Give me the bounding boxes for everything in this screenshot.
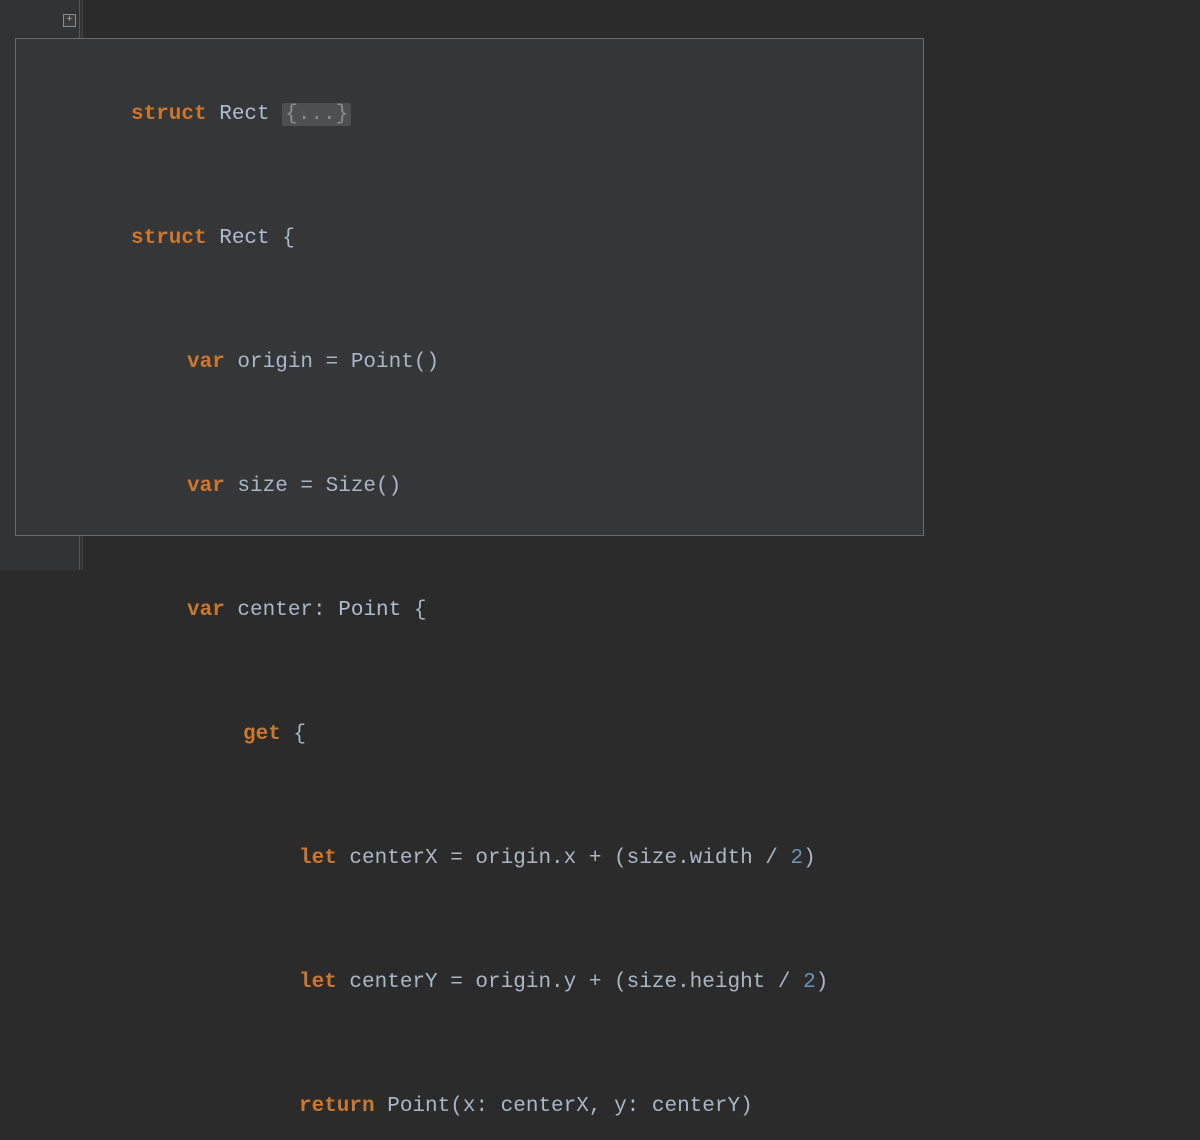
keyword-struct: struct [131, 103, 207, 126]
brace: { [281, 723, 306, 746]
code-line: let centerX = origin.x + (size.width / 2… [131, 843, 1200, 874]
keyword-return: return [299, 1095, 375, 1118]
code-editor-area[interactable]: struct Rect {...} struct Rect { var orig… [83, 0, 1200, 570]
code-line: var size = Size() [131, 471, 1200, 502]
code-line: let centerY = origin.y + (size.height / … [131, 967, 1200, 998]
code-text: center: [225, 599, 338, 622]
code-line: struct Rect { [131, 223, 1200, 254]
code-text: size = Size() [225, 475, 401, 498]
keyword-var: var [187, 599, 225, 622]
editor-gutter: + [0, 0, 83, 570]
code-line: get { [131, 719, 1200, 750]
keyword-struct: struct [131, 227, 207, 250]
code-text: Point(x: centerX, y: centerY) [375, 1095, 753, 1118]
number-literal: 2 [791, 847, 804, 870]
keyword-var: var [187, 475, 225, 498]
code-line: var center: Point { [131, 595, 1200, 626]
type-name: Rect [207, 103, 283, 126]
type-name: Rect [207, 227, 283, 250]
code-line: var origin = Point() [131, 347, 1200, 378]
fold-ellipsis[interactable]: {...} [282, 103, 351, 126]
number-literal: 2 [803, 971, 816, 994]
keyword-let: let [299, 847, 337, 870]
brace: { [282, 227, 295, 250]
paren: ) [803, 847, 816, 870]
code-line: return Point(x: centerX, y: centerY) [131, 1091, 1200, 1122]
keyword-var: var [187, 351, 225, 374]
fold-expand-icon[interactable]: + [63, 14, 76, 27]
brace: { [401, 599, 426, 622]
keyword-let: let [299, 971, 337, 994]
paren: ) [816, 971, 829, 994]
code-text: centerY = origin.y + (size.height / [337, 971, 803, 994]
code-text: centerX = origin.x + (size.width / [337, 847, 791, 870]
code-text: origin = Point() [225, 351, 439, 374]
type-name: Point [338, 599, 401, 622]
gutter-fold-line [79, 0, 80, 570]
code-line: struct Rect {...} [131, 99, 1200, 130]
keyword-get: get [243, 723, 281, 746]
